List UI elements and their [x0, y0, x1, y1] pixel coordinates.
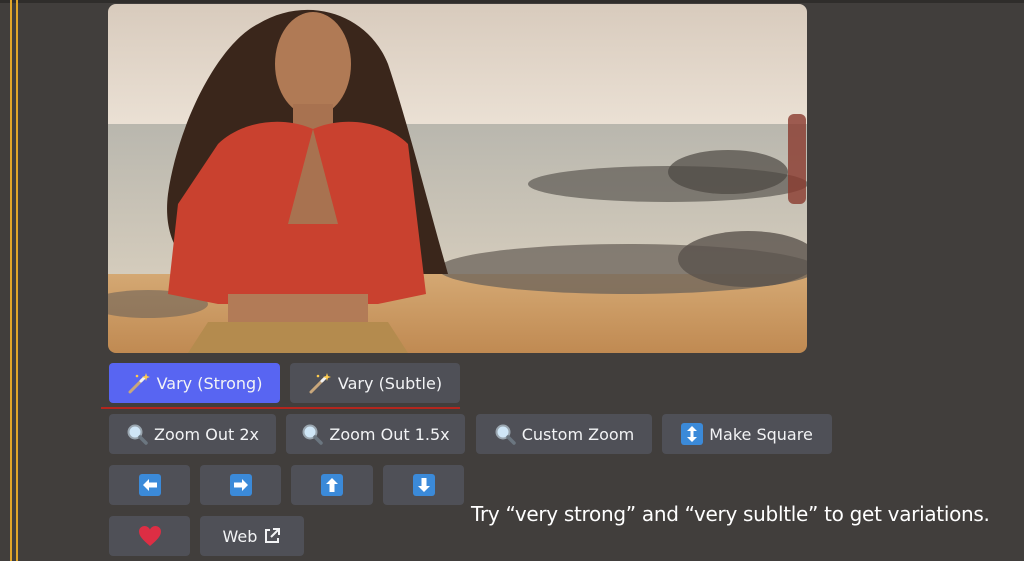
arrow-left-icon	[138, 474, 161, 496]
heart-icon	[138, 525, 162, 547]
zoom-out-1-5x-button[interactable]: Zoom Out 1.5x	[286, 414, 465, 454]
zoom-out-2x-label: Zoom Out 2x	[154, 424, 259, 444]
up-down-arrow-icon	[681, 423, 704, 445]
custom-zoom-button[interactable]: Custom Zoom	[476, 414, 652, 454]
beach-portrait-image	[108, 4, 807, 353]
make-square-label: Make Square	[709, 424, 813, 444]
vary-strong-button[interactable]: Vary (Strong)	[109, 363, 280, 403]
thread-line-left	[10, 0, 12, 561]
top-divider	[0, 0, 1024, 3]
annotation-underline	[101, 407, 460, 409]
thread-line-right	[16, 0, 18, 561]
vary-strong-label: Vary (Strong)	[156, 373, 263, 393]
vary-subtle-button[interactable]: Vary (Subtle)	[290, 363, 460, 403]
make-square-button[interactable]: Make Square	[662, 414, 832, 454]
pan-up-button[interactable]	[291, 465, 373, 505]
pan-down-button[interactable]	[383, 465, 464, 505]
web-label: Web	[222, 526, 258, 546]
magnifier-icon	[301, 423, 324, 445]
magnifier-icon	[494, 423, 516, 445]
custom-zoom-label: Custom Zoom	[521, 424, 635, 444]
zoom-out-2x-button[interactable]: Zoom Out 2x	[109, 414, 276, 454]
external-link-icon	[263, 527, 281, 545]
arrow-right-icon	[229, 474, 252, 496]
arrow-up-icon	[321, 474, 343, 496]
arrow-down-icon	[412, 474, 435, 496]
magic-wand-icon	[308, 372, 332, 394]
pan-right-button[interactable]	[200, 465, 281, 505]
instruction-caption: Try “very strong” and “very subltle” to …	[471, 502, 990, 526]
generated-image[interactable]	[108, 4, 807, 353]
favorite-button[interactable]	[109, 516, 190, 556]
web-button[interactable]: Web	[200, 516, 304, 556]
pan-left-button[interactable]	[109, 465, 190, 505]
magnifier-icon	[126, 423, 148, 445]
zoom-out-1-5x-label: Zoom Out 1.5x	[329, 424, 450, 444]
vary-subtle-label: Vary (Subtle)	[337, 373, 443, 393]
magic-wand-icon	[127, 372, 151, 394]
